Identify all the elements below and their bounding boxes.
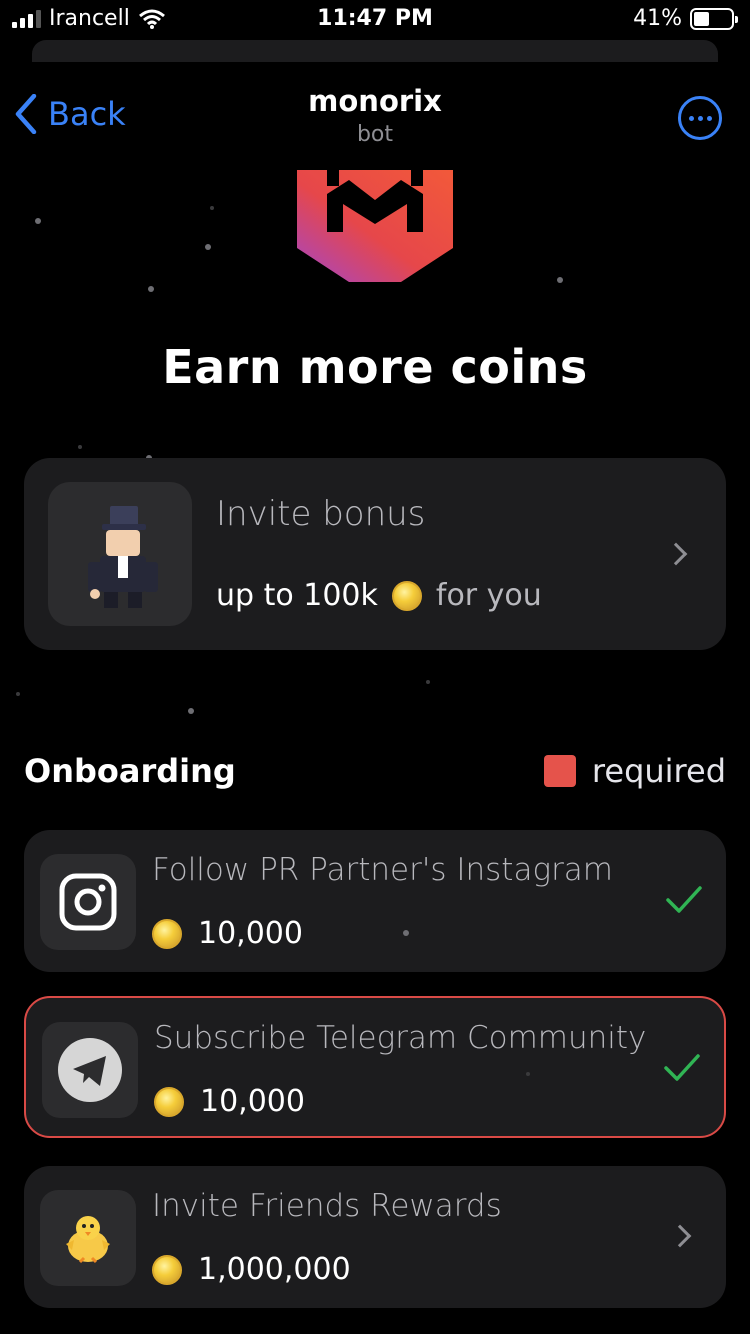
task-title: Follow PR Partner's Instagram bbox=[152, 852, 614, 888]
more-options-button[interactable] bbox=[678, 96, 722, 140]
required-legend: required bbox=[543, 752, 726, 790]
battery-percent: 41% bbox=[633, 6, 682, 31]
star-dot bbox=[205, 244, 211, 250]
battery-group: 41% bbox=[633, 6, 738, 31]
star-dot bbox=[210, 206, 214, 210]
task-reward: 10,000 bbox=[152, 916, 303, 951]
bot-title: monorix bbox=[308, 84, 442, 118]
reward-amount: 10,000 bbox=[198, 916, 303, 951]
instagram-icon bbox=[40, 854, 136, 950]
chick-icon bbox=[40, 1190, 136, 1286]
battery-icon bbox=[690, 7, 738, 30]
required-swatch bbox=[543, 755, 576, 787]
task-reward: 10,000 bbox=[154, 1084, 305, 1119]
telegram-icon bbox=[42, 1022, 138, 1118]
status-bar: Irancell 11:47 PM 41% bbox=[0, 0, 750, 40]
monorix-logo bbox=[297, 170, 453, 282]
star-dot bbox=[35, 218, 41, 224]
star-dot bbox=[403, 930, 409, 936]
star-dot bbox=[148, 286, 154, 292]
star-dot bbox=[526, 1072, 530, 1076]
task-telegram[interactable]: Subscribe Telegram Community 10,000 bbox=[24, 996, 726, 1138]
legend-label: required bbox=[591, 752, 726, 790]
check-icon bbox=[664, 1054, 700, 1081]
star-dot bbox=[188, 708, 194, 714]
coin-icon bbox=[152, 1254, 182, 1285]
invite-title: Invite bonus bbox=[216, 494, 426, 534]
invite-subtitle: up to 100k for you bbox=[216, 578, 542, 613]
invite-suffix: for you bbox=[435, 578, 542, 613]
invite-amount: up to 100k bbox=[216, 578, 378, 613]
invite-bonus-card[interactable]: Invite bonus up to 100k for you bbox=[24, 458, 726, 650]
task-invite-friends[interactable]: Invite Friends Rewards 1,000,000 bbox=[24, 1166, 726, 1308]
bot-subtitle: bot bbox=[356, 122, 394, 147]
star-dot bbox=[78, 445, 82, 449]
task-title: Invite Friends Rewards bbox=[152, 1188, 502, 1224]
chevron-right-icon bbox=[668, 1224, 692, 1248]
check-icon bbox=[666, 886, 702, 913]
gentleman-avatar bbox=[48, 482, 192, 626]
reward-amount: 10,000 bbox=[200, 1084, 305, 1119]
task-instagram[interactable]: Follow PR Partner's Instagram 10,000 bbox=[24, 830, 726, 972]
coin-icon bbox=[154, 1086, 184, 1117]
section-title: Onboarding bbox=[24, 752, 236, 790]
sheet-backdrop bbox=[32, 40, 718, 62]
coin-icon bbox=[391, 580, 422, 611]
star-dot bbox=[426, 680, 430, 684]
star-dot bbox=[16, 692, 20, 696]
onboarding-header: Onboarding required bbox=[24, 748, 726, 792]
reward-amount: 1,000,000 bbox=[198, 1252, 351, 1287]
chevron-right-icon bbox=[664, 542, 688, 566]
star-dot bbox=[557, 277, 563, 283]
nav-bar: Back monorix bot bbox=[0, 80, 750, 160]
coin-icon bbox=[152, 918, 182, 949]
page-headline: Earn more coins bbox=[162, 340, 588, 394]
task-reward: 1,000,000 bbox=[152, 1252, 351, 1287]
battery-fill bbox=[694, 11, 709, 26]
task-title: Subscribe Telegram Community bbox=[154, 1020, 647, 1056]
gentleman-icon bbox=[88, 506, 158, 608]
